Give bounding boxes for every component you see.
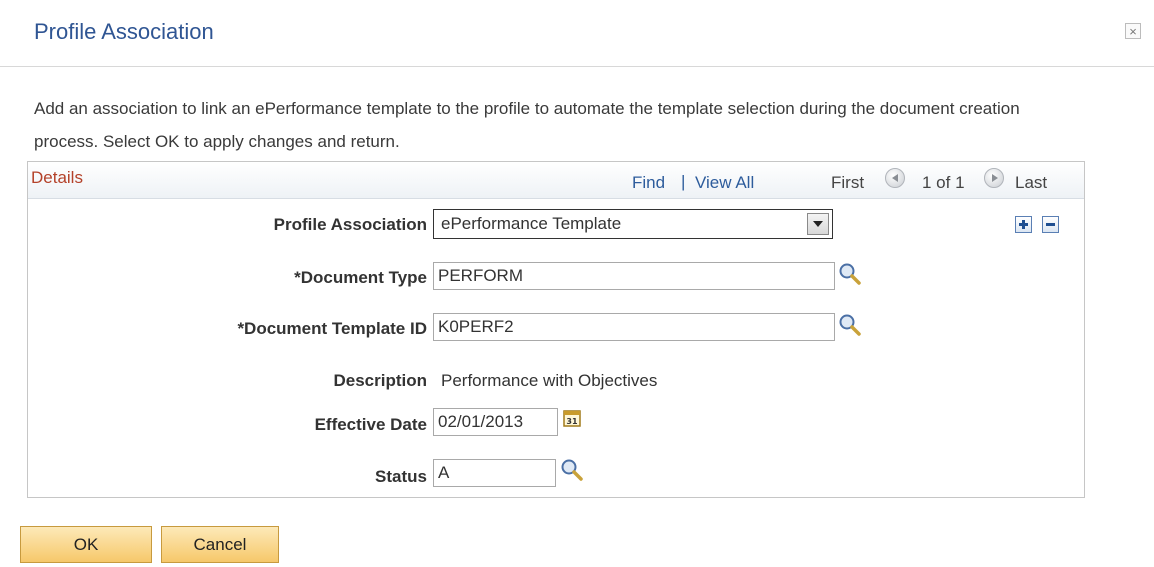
profile-association-label: Profile Association [273, 215, 427, 234]
last-label: Last [1015, 173, 1048, 192]
profile-association-select[interactable]: ePerformance Template [433, 209, 833, 239]
find-link[interactable]: Find [632, 173, 665, 193]
add-row-button[interactable] [1015, 216, 1032, 233]
row-count: 1 of 1 [922, 173, 965, 192]
document-type-field[interactable] [433, 262, 835, 290]
profile-association-value: ePerformance Template [441, 214, 622, 233]
view-all-link[interactable]: View All [695, 173, 754, 193]
magnifier-icon[interactable] [560, 458, 584, 482]
description-label: Description [333, 371, 427, 390]
effective-date-field[interactable] [433, 408, 558, 436]
document-template-id-label: *Document Template ID [237, 319, 427, 338]
dialog-title: Profile Association [34, 19, 214, 44]
minus-icon [1046, 223, 1055, 226]
plus-icon-stroke [1022, 220, 1025, 229]
effective-date-label: Effective Date [314, 415, 427, 434]
instructions-text: Add an association to link an ePerforman… [34, 99, 1020, 151]
status-field[interactable] [433, 459, 556, 487]
delete-row-button[interactable] [1042, 216, 1059, 233]
next-row-icon[interactable] [984, 168, 1004, 188]
details-header: Details Find | View All First 1 of 1 Las… [28, 162, 1084, 199]
first-label: First [831, 173, 865, 192]
description-value: Performance with Objectives [441, 371, 658, 390]
document-type-label: *Document Type [294, 268, 427, 287]
previous-row-icon[interactable] [885, 168, 905, 188]
magnifier-icon[interactable] [838, 313, 862, 337]
calendar-icon[interactable]: 31 [563, 409, 581, 427]
magnifier-icon[interactable] [838, 262, 862, 286]
details-title: Details [31, 168, 83, 187]
status-label: Status [375, 467, 427, 486]
close-icon[interactable]: × [1125, 23, 1141, 39]
ok-button[interactable]: OK [20, 526, 152, 563]
cancel-button[interactable]: Cancel [161, 526, 279, 563]
svg-text:31: 31 [566, 417, 578, 426]
chevron-down-icon[interactable] [807, 213, 829, 235]
nav-separator: | [681, 172, 686, 191]
dialog-titlebar: Profile Association × [0, 0, 1154, 67]
document-template-id-field[interactable] [433, 313, 835, 341]
